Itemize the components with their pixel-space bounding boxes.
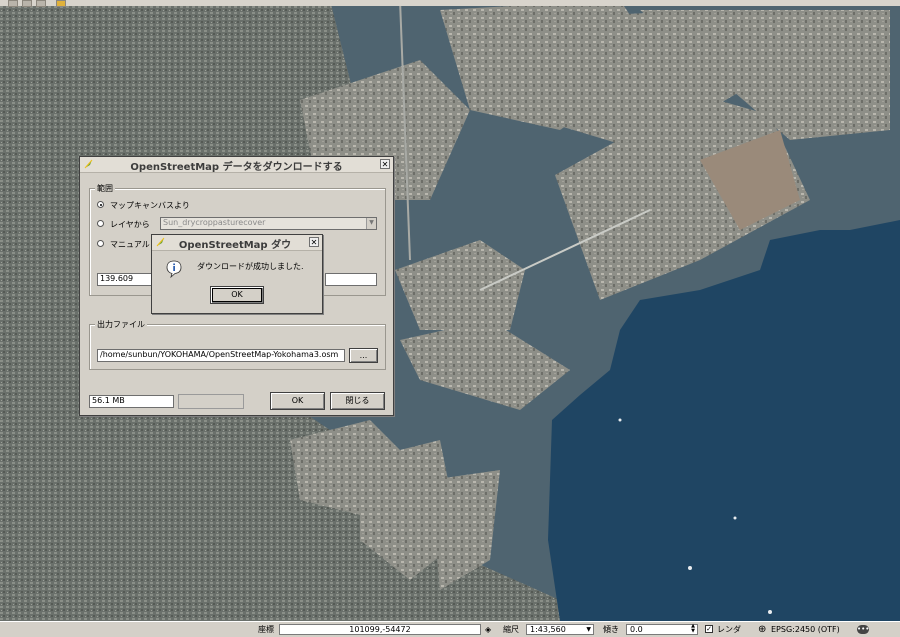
render-label[interactable]: レンダ — [717, 624, 741, 635]
dialog-titlebar[interactable]: OpenStreetMap データをダウンロードする ✕ — [80, 157, 393, 173]
status-bar: 座標 101099,-54472 ◈ 縮尺 1:43,560 ▼ 傾き 0.0 … — [0, 621, 900, 637]
toolbar-icon[interactable] — [22, 0, 32, 7]
toolbar-icon[interactable] — [36, 0, 46, 7]
rotation-spinbox[interactable]: 0.0 ▲ ▼ — [626, 624, 698, 635]
crs-globe-icon[interactable]: ⊕ — [758, 624, 766, 635]
message-titlebar[interactable]: OpenStreetMap ダウ ✕ — [152, 235, 322, 251]
toolbar-icon[interactable] — [8, 0, 18, 7]
coord-field-right[interactable] — [325, 273, 377, 286]
chevron-down-icon[interactable]: ▼ — [366, 218, 376, 229]
spin-arrows-icon[interactable]: ▲ ▼ — [691, 624, 695, 634]
render-checkbox[interactable]: ✓ — [705, 625, 713, 633]
output-path-field[interactable]: /home/sunbun/YOKOHAMA/OpenStreetMap-Yoko… — [97, 349, 345, 362]
close-icon[interactable]: ✕ — [309, 237, 319, 247]
toolbar-strip — [0, 0, 900, 7]
radio-manual[interactable] — [97, 240, 104, 247]
dialog-title: OpenStreetMap データをダウンロードする — [130, 162, 343, 173]
messages-icon[interactable]: ••• — [857, 625, 869, 634]
ok-button[interactable]: OK — [270, 392, 325, 410]
scale-select[interactable]: 1:43,560 ▼ — [526, 624, 594, 635]
radio-from-layer-label[interactable]: レイヤから — [110, 219, 150, 230]
output-group-label: 出力ファイル — [95, 319, 147, 330]
info-icon — [166, 260, 182, 278]
message-ok-button[interactable]: OK — [210, 286, 264, 304]
layer-select-value: Sun_drycroppasturecover — [163, 218, 266, 227]
extent-group-label: 範囲 — [95, 183, 115, 194]
success-message-box: OpenStreetMap ダウ ✕ ダウンロードが成功しました. OK — [151, 234, 323, 314]
coord-readout[interactable]: 101099,-54472 — [279, 624, 481, 635]
extent-toggle-icon[interactable]: ◈ — [485, 624, 491, 635]
close-icon[interactable]: ✕ — [380, 159, 390, 169]
rotation-value: 0.0 — [630, 625, 643, 634]
layer-select[interactable]: Sun_drycroppasturecover ▼ — [160, 217, 377, 230]
qgis-leaf-icon — [156, 237, 165, 247]
close-button[interactable]: 閉じる — [330, 392, 385, 410]
chevron-down-icon[interactable]: ▼ — [586, 625, 591, 634]
crs-label[interactable]: EPSG:2450 (OTF) — [771, 624, 840, 635]
rotation-label: 傾き — [603, 625, 619, 634]
radio-from-layer[interactable] — [97, 220, 104, 227]
scale-value: 1:43,560 — [530, 625, 566, 634]
message-text: ダウンロードが成功しました. — [197, 262, 304, 271]
scale-label: 縮尺 — [503, 625, 519, 634]
download-size-field: 56.1 MB — [89, 395, 174, 408]
radio-from-canvas[interactable] — [97, 201, 104, 208]
radio-from-canvas-label[interactable]: マップキャンバスより — [110, 200, 190, 211]
progress-bar — [178, 394, 244, 409]
coord-label: 座標 — [258, 625, 274, 634]
message-title: OpenStreetMap ダウ — [178, 240, 292, 251]
radio-manual-label[interactable]: マニュアル — [110, 239, 150, 250]
toolbar-icon[interactable] — [56, 0, 66, 7]
browse-button[interactable]: ... — [349, 348, 378, 363]
output-groupbox: 出力ファイル /home/sunbun/YOKOHAMA/OpenStreetM… — [89, 319, 386, 370]
